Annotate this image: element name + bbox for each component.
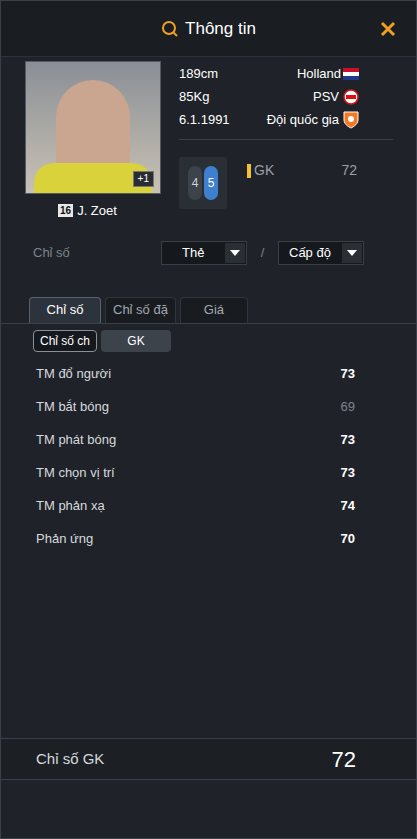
- subtab[interactable]: Chỉ số ch: [33, 330, 97, 352]
- tab[interactable]: Giá: [180, 297, 248, 323]
- stat-value: 69: [341, 397, 355, 417]
- window-header: Thông tin: [1, 1, 416, 57]
- filter-row: Chỉ sốThẻ/Cấp độ: [1, 241, 416, 265]
- stat-label: TM phát bóng: [36, 430, 116, 450]
- club: PSV: [313, 87, 339, 107]
- position-label: GK: [254, 160, 274, 181]
- knvb-logo-icon: [343, 111, 359, 129]
- player-weight: 85Kg: [179, 87, 209, 107]
- stat-row: TM phản xạ 74: [36, 490, 355, 523]
- photo-badge: +1: [133, 171, 154, 187]
- stat-row: TM bắt bóng 69: [36, 391, 355, 424]
- stat-label: TM chọn vị trí: [36, 463, 115, 483]
- stats-list: TM đổ người 73 TM bắt bóng 69 TM phát bóng 73…: [1, 358, 416, 556]
- stat-label: TM bắt bóng: [36, 397, 109, 417]
- stat-row: TM phát bóng 73: [36, 424, 355, 457]
- nation: Holland: [297, 64, 341, 84]
- player-photo: +1: [25, 61, 161, 194]
- tab-bar: Chỉ sốChỉ số đặGiá: [1, 297, 416, 324]
- subtab-bar: Chỉ số chGK: [1, 330, 416, 352]
- stat-value: 74: [341, 496, 355, 516]
- window-title: Thông tin: [185, 16, 256, 42]
- shirt-number: 16: [58, 204, 73, 217]
- tab[interactable]: Chỉ số đặ: [105, 297, 176, 323]
- psv-logo-icon: [343, 89, 359, 105]
- player-height: 189cm: [179, 64, 218, 84]
- dropdown-arrow-icon: [225, 243, 245, 263]
- dropdown-arrow-icon: [342, 243, 362, 263]
- netherlands-flag-icon: [343, 68, 359, 80]
- summary-row: Chỉ số GK 72: [1, 738, 416, 780]
- birthdate: 6.1.1991: [179, 110, 230, 130]
- stat-label: Phản ứng: [36, 529, 93, 549]
- summary-value: 72: [332, 743, 356, 776]
- player-name: J. Zoet: [77, 201, 117, 221]
- summary-label: Chỉ số GK: [36, 748, 104, 771]
- foot-icon: 5: [204, 166, 218, 200]
- card-dropdown[interactable]: Thẻ: [161, 241, 247, 265]
- position-rating: 72: [341, 160, 357, 181]
- stat-label: TM đổ người: [36, 364, 111, 384]
- stat-row: Phản ứng 70: [36, 523, 355, 556]
- stat-label: TM phản xạ: [36, 496, 105, 516]
- stat-value: 73: [341, 463, 355, 483]
- position-bar-icon: [247, 164, 251, 178]
- player-section: +1 16 J. Zoet 189cm Holland 85Kg PSV 6.1.1991 Độ…: [1, 57, 416, 221]
- tab[interactable]: Chỉ số: [29, 297, 101, 323]
- filter-separator: /: [247, 243, 278, 263]
- stat-row: TM chọn vị trí 73: [36, 457, 355, 490]
- stat-row: TM đổ người 73: [36, 358, 355, 391]
- player-info-window: Thông tin +1 16 J. Zoet 189cm Holland 85Kg PSV 6…: [0, 0, 417, 839]
- national-team: Đội quốc gia: [267, 110, 339, 130]
- subtab[interactable]: GK: [101, 330, 171, 352]
- foot-icon: 4: [188, 166, 202, 200]
- stat-value: 73: [341, 364, 355, 384]
- filter-label: Chỉ số: [33, 243, 161, 263]
- close-icon[interactable]: [380, 21, 396, 37]
- stat-value: 70: [341, 529, 355, 549]
- level-dropdown[interactable]: Cấp độ: [278, 241, 364, 265]
- feet-box: 45: [179, 157, 227, 209]
- search-icon: [161, 20, 179, 38]
- stat-value: 73: [341, 430, 355, 450]
